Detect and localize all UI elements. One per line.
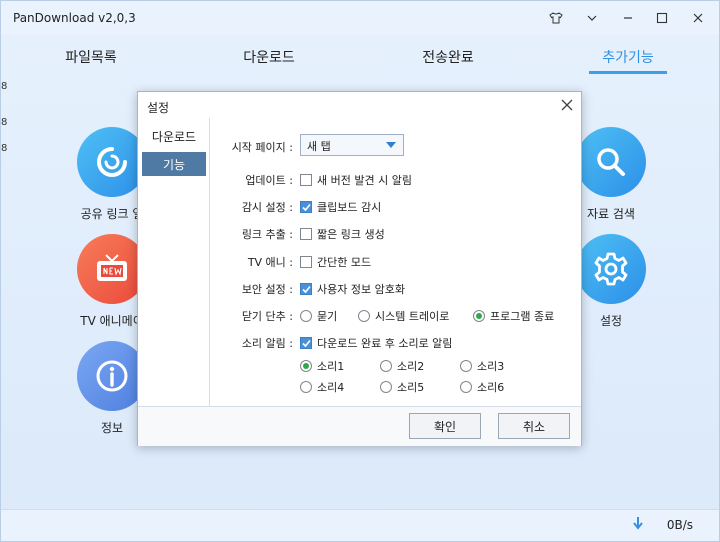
update-label: 업데이트 :: [245, 174, 293, 187]
maximize-icon[interactable]: [651, 7, 673, 29]
radio-system-tray[interactable]: 시스템 트레이로: [358, 308, 449, 324]
title-bar: PanDownload v2,0,3: [1, 1, 719, 35]
short-link-checkbox[interactable]: 짧은 링크 생성: [300, 226, 385, 242]
edge-text: 8: [1, 117, 8, 128]
simple-mode-checkbox[interactable]: 간단한 모드: [300, 254, 371, 270]
edge-text: 8: [1, 143, 8, 154]
sound-label: 소리 알림 :: [241, 337, 293, 350]
radio-ask[interactable]: 묻기: [300, 308, 337, 324]
active-tab-indicator: [589, 71, 667, 74]
monitor-option-label: 클립보드 감시: [317, 201, 382, 214]
clipboard-monitor-checkbox[interactable]: 클립보드 감시: [300, 199, 381, 215]
checkbox-box-checked[interactable]: [300, 283, 312, 295]
row-update: 업데이트 : 새 버전 발견 시 알림: [210, 170, 581, 190]
chevron-down-icon: [386, 142, 396, 148]
row-security: 보안 설정 : 사용자 정보 암호화: [210, 279, 581, 299]
minimize-icon[interactable]: [617, 7, 639, 29]
settings-sidebar: 다운로드 기능: [138, 118, 210, 406]
update-option-label: 새 버전 발견 시 알림: [317, 174, 412, 187]
tab-completed[interactable]: 전송완료: [398, 47, 498, 67]
radio-circle[interactable]: [300, 310, 312, 322]
download-arrow-icon: [633, 516, 643, 534]
sound-option-label: 다운로드 완료 후 소리로 알림: [317, 337, 453, 350]
radio-circle-selected[interactable]: [473, 310, 485, 322]
radio-circle[interactable]: [380, 381, 392, 393]
tv-label: TV 애니 :: [247, 256, 293, 269]
ok-button[interactable]: 확인: [409, 413, 481, 439]
encrypt-user-info-checkbox[interactable]: 사용자 정보 암호화: [300, 281, 405, 297]
row-monitor: 감시 설정 : 클립보드 감시: [210, 197, 581, 217]
radio-label: 소리6: [477, 381, 505, 394]
tab-download[interactable]: 다운로드: [219, 47, 319, 67]
tab-extra-features[interactable]: 추가기능: [578, 47, 678, 67]
radio-sound-1[interactable]: 소리1: [300, 358, 344, 374]
update-checkbox[interactable]: 새 버전 발견 시 알림: [300, 172, 412, 188]
radio-sound-4[interactable]: 소리4: [300, 379, 344, 395]
settings-dialog: 설정 다운로드 기능 시작 페이지 : 새 탭 업데이트 : 새 버전 발견 시…: [137, 91, 582, 446]
radio-label: 소리4: [317, 381, 345, 394]
radio-circle-selected[interactable]: [300, 360, 312, 372]
radio-circle[interactable]: [300, 381, 312, 393]
checkbox-box[interactable]: [300, 256, 312, 268]
close-icon[interactable]: [561, 96, 573, 115]
radio-label: 소리3: [477, 360, 505, 373]
radio-circle[interactable]: [460, 381, 472, 393]
security-option-label: 사용자 정보 암호화: [317, 283, 405, 296]
sidebar-item-download[interactable]: 다운로드: [142, 124, 206, 148]
tab-file-list[interactable]: 파일목록: [41, 47, 141, 67]
sidebar-item-features[interactable]: 기능: [142, 152, 206, 176]
row-sound-alert: 소리 알림 : 다운로드 완료 후 소리로 알림: [210, 333, 581, 353]
tv-option-label: 간단한 모드: [317, 256, 372, 269]
search-icon: [576, 127, 646, 197]
link-option-label: 짧은 링크 생성: [317, 228, 385, 241]
start-page-select[interactable]: 새 탭: [300, 134, 404, 156]
radio-label: 프로그램 종료: [490, 310, 555, 323]
dialog-title: 설정: [147, 101, 170, 115]
cancel-button[interactable]: 취소: [498, 413, 570, 439]
radio-sound-3[interactable]: 소리3: [460, 358, 504, 374]
monitor-label: 감시 설정 :: [241, 201, 293, 214]
skin-icon[interactable]: [545, 7, 567, 29]
link-label: 링크 추출 :: [241, 228, 293, 241]
close-icon[interactable]: [687, 7, 709, 29]
checkbox-box[interactable]: [300, 174, 312, 186]
checkbox-box-checked[interactable]: [300, 337, 312, 349]
dialog-footer: 확인 취소: [138, 406, 581, 446]
radio-label: 시스템 트레이로: [375, 310, 450, 323]
radio-exit-program[interactable]: 프로그램 종료: [473, 308, 554, 324]
radio-circle[interactable]: [460, 360, 472, 372]
radio-circle[interactable]: [380, 360, 392, 372]
sound-alert-checkbox[interactable]: 다운로드 완료 후 소리로 알림: [300, 335, 452, 351]
row-link-extract: 링크 추출 : 짧은 링크 생성: [210, 224, 581, 244]
chevron-down-icon[interactable]: [581, 7, 603, 29]
edge-text: 8: [1, 81, 8, 92]
checkbox-box[interactable]: [300, 228, 312, 240]
start-page-label: 시작 페이지 :: [231, 141, 293, 154]
radio-label: 소리5: [397, 381, 425, 394]
row-close-button: 닫기 단추 : 묻기 시스템 트레이로 프로그램 종료: [210, 306, 581, 326]
row-sound-choices-2: 소리4 소리5 소리6: [210, 377, 581, 397]
radio-sound-5[interactable]: 소리5: [380, 379, 424, 395]
close-shortcut-label: 닫기 단추 :: [241, 310, 293, 323]
radio-circle[interactable]: [358, 310, 370, 322]
checkbox-box-checked[interactable]: [300, 201, 312, 213]
security-label: 보안 설정 :: [241, 283, 293, 296]
radio-label: 소리1: [317, 360, 345, 373]
download-speed: 0B/s: [666, 518, 693, 532]
app-title: PanDownload v2,0,3: [13, 11, 136, 25]
settings-panel: 시작 페이지 : 새 탭 업데이트 : 새 버전 발견 시 알림 감시 설정 :…: [210, 118, 581, 406]
gear-icon: [576, 234, 646, 304]
start-page-value: 새 탭: [307, 140, 331, 153]
radio-label: 소리2: [397, 360, 425, 373]
radio-label: 묻기: [317, 310, 338, 323]
row-tv-anime: TV 애니 : 간단한 모드: [210, 252, 581, 272]
row-start-page: 시작 페이지 : 새 탭: [210, 134, 581, 157]
status-bar: 0B/s: [1, 509, 719, 541]
radio-sound-6[interactable]: 소리6: [460, 379, 504, 395]
radio-sound-2[interactable]: 소리2: [380, 358, 424, 374]
background-list-edge: 8 8 8: [1, 77, 7, 507]
row-sound-choices-1: 소리1 소리2 소리3: [210, 356, 581, 376]
